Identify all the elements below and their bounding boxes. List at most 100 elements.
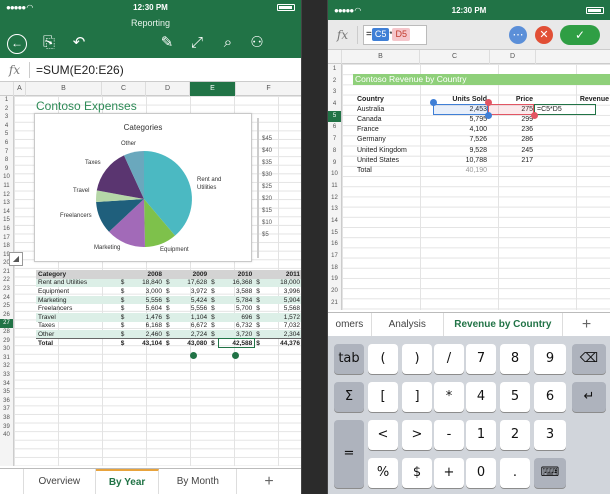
- key-4-5[interactable]: 0: [466, 458, 496, 488]
- table-cell[interactable]: [489, 165, 535, 175]
- key-4-3[interactable]: $: [402, 458, 432, 488]
- table-cell[interactable]: $: [209, 322, 219, 331]
- table-cell[interactable]: 217: [489, 155, 535, 165]
- row-header[interactable]: 19: [328, 274, 341, 286]
- tab-revenue-by-country[interactable]: Revenue by Country: [444, 313, 564, 336]
- table-cell[interactable]: $: [118, 330, 129, 339]
- key-1-2[interactable]: (: [368, 344, 398, 374]
- key-3-7[interactable]: 3: [534, 420, 566, 450]
- col-header-b[interactable]: B: [342, 50, 420, 64]
- active-cell[interactable]: [534, 104, 596, 115]
- col-header-c[interactable]: C: [102, 82, 146, 96]
- table-cell[interactable]: $: [118, 338, 129, 348]
- table-cell[interactable]: Freelancers: [36, 304, 119, 313]
- table-cell[interactable]: $: [209, 338, 220, 348]
- table-cell[interactable]: $: [254, 287, 264, 296]
- formula-bar[interactable]: fx =SUM(E20:E26): [0, 58, 301, 82]
- table-cell[interactable]: $: [119, 322, 129, 331]
- table-cell[interactable]: Taxes: [36, 322, 119, 331]
- ref-d5[interactable]: D5: [392, 28, 410, 41]
- selection-handle[interactable]: [485, 112, 492, 119]
- row-header[interactable]: 15: [328, 228, 341, 240]
- row-header[interactable]: 8: [0, 156, 13, 165]
- row-header[interactable]: 13: [328, 204, 341, 216]
- formula-input[interactable]: = C5 * D5: [363, 24, 427, 45]
- table-row[interactable]: Other $2,460 $2,724 $3,720 $2,304: [36, 330, 301, 339]
- table-cell[interactable]: 5,556: [174, 304, 209, 313]
- key-4-7[interactable]: ⌨: [534, 458, 566, 488]
- table-cell[interactable]: $: [209, 295, 220, 305]
- row-header[interactable]: 25: [0, 302, 13, 311]
- table-cell[interactable]: Equipment: [36, 287, 119, 296]
- table-cell[interactable]: 18,840: [128, 278, 164, 288]
- keyboard-toggle-icon[interactable]: ⋯: [509, 26, 527, 44]
- row-header[interactable]: 5: [328, 110, 341, 123]
- key-3-3[interactable]: >: [402, 420, 432, 450]
- row-header[interactable]: 17: [0, 234, 13, 243]
- row-header[interactable]: 29: [0, 337, 13, 346]
- table-cell[interactable]: $: [119, 304, 129, 313]
- file-icon[interactable]: ⎘: [38, 32, 60, 54]
- key-3-2[interactable]: <: [368, 420, 398, 450]
- row-header[interactable]: 8: [328, 146, 341, 158]
- collapse-icon[interactable]: ◢: [9, 252, 23, 266]
- col-header-a[interactable]: A: [14, 82, 26, 96]
- table-cell[interactable]: 7,032: [264, 322, 301, 331]
- row-header[interactable]: 21: [328, 298, 341, 310]
- key-3-5[interactable]: 1: [466, 420, 496, 450]
- tab-overview[interactable]: Overview: [24, 469, 96, 494]
- row-header[interactable]: 14: [0, 208, 13, 217]
- row-header[interactable]: 7: [328, 134, 341, 146]
- table-cell[interactable]: 2,724: [173, 330, 210, 339]
- row-header[interactable]: 27: [0, 319, 13, 329]
- table-row[interactable]: Total 40,190: [355, 165, 610, 175]
- row-header[interactable]: 10: [0, 173, 13, 182]
- table-cell[interactable]: 16,368: [219, 278, 255, 288]
- formula-text[interactable]: =SUM(E20:E26): [30, 63, 124, 77]
- key-1-6[interactable]: 8: [500, 344, 530, 374]
- row-header[interactable]: 15: [0, 216, 13, 225]
- table-cell[interactable]: Other: [36, 330, 119, 339]
- table-cell[interactable]: $: [209, 287, 219, 296]
- table-cell[interactable]: 17,628: [173, 278, 210, 288]
- table-cell[interactable]: Marketing: [36, 295, 119, 305]
- row-header[interactable]: 4: [0, 122, 13, 131]
- key-4-1[interactable]: =: [334, 420, 364, 488]
- table-cell[interactable]: $: [209, 312, 220, 322]
- row-header[interactable]: 11: [0, 182, 13, 191]
- row-header[interactable]: 12: [328, 193, 341, 205]
- key-2-7[interactable]: 6: [534, 382, 566, 412]
- row-header[interactable]: 36: [0, 397, 13, 406]
- table-cell[interactable]: $: [163, 312, 174, 322]
- table-cell[interactable]: 5,424: [173, 295, 210, 305]
- table-row[interactable]: Germany 7,526 286: [355, 135, 610, 145]
- table-cell[interactable]: $: [118, 278, 129, 288]
- selection-handle[interactable]: [232, 352, 239, 359]
- table-cell[interactable]: Rent and Utilities: [36, 278, 119, 288]
- table-cell[interactable]: Total: [36, 338, 119, 348]
- table-cell[interactable]: 3,720: [219, 330, 255, 339]
- row-header[interactable]: 9: [328, 158, 341, 170]
- row-header[interactable]: 33: [0, 371, 13, 380]
- row-header[interactable]: 16: [0, 225, 13, 234]
- table-cell[interactable]: 7,526: [433, 135, 489, 145]
- table-cell[interactable]: 42,588: [218, 337, 256, 349]
- key-1-4[interactable]: /: [434, 344, 464, 374]
- row-header[interactable]: 31: [0, 354, 13, 363]
- row-header[interactable]: 1: [328, 64, 341, 76]
- table-cell[interactable]: 6,168: [129, 322, 164, 331]
- table-row[interactable]: Travel $1,476 $1,104 $696 $1,572: [36, 312, 301, 322]
- table-cell[interactable]: $: [254, 304, 264, 313]
- row-header[interactable]: 9: [0, 165, 13, 174]
- key-3-4[interactable]: -: [434, 420, 464, 450]
- key-2-4[interactable]: *: [434, 382, 464, 412]
- table-row[interactable]: United Kingdom 9,528 245: [355, 145, 610, 155]
- table-cell[interactable]: 6,732: [219, 322, 254, 331]
- tab-analysis[interactable]: Analysis: [372, 313, 444, 336]
- row-header[interactable]: 3: [328, 87, 341, 99]
- undo-icon[interactable]: ↶: [68, 32, 90, 54]
- table-cell[interactable]: 4,100: [433, 125, 489, 135]
- table-cell[interactable]: $: [164, 322, 174, 331]
- table-cell[interactable]: 3,996: [264, 287, 301, 296]
- selection-handle[interactable]: [190, 352, 197, 359]
